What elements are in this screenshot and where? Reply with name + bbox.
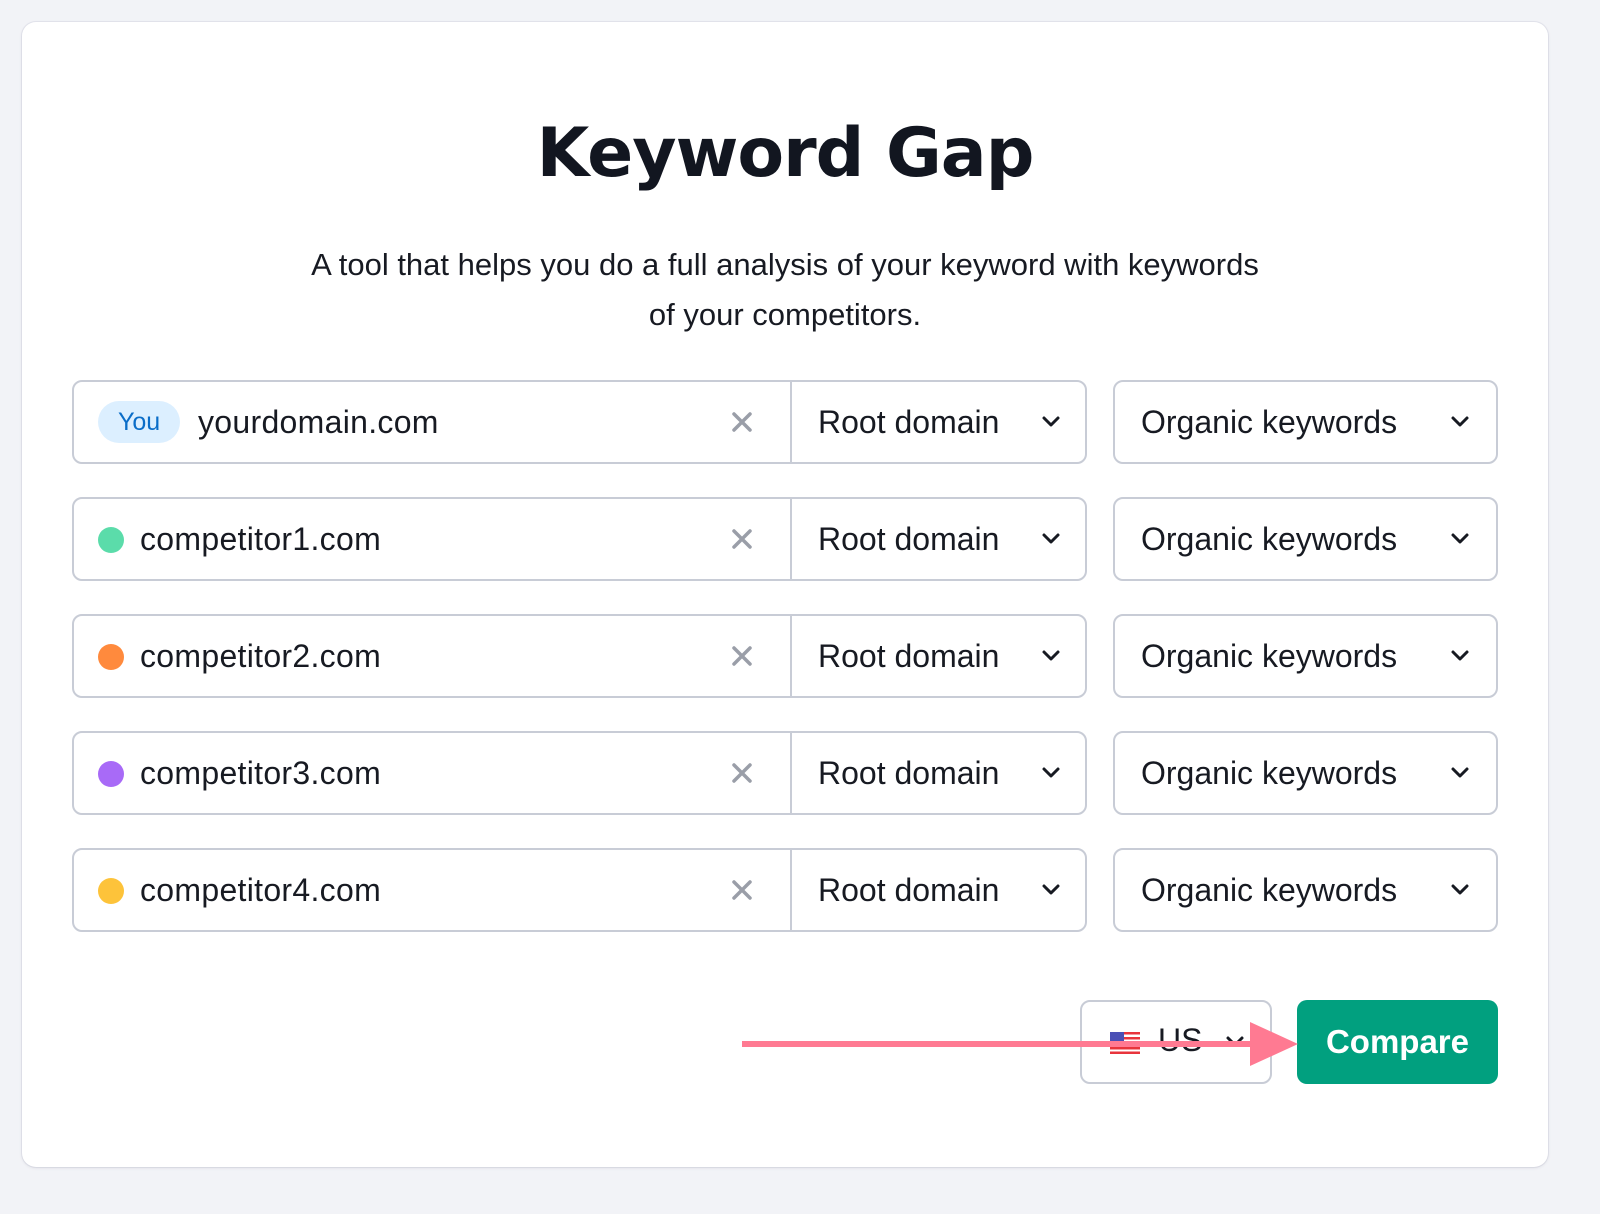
clear-button[interactable] (722, 402, 762, 442)
page-subtitle: A tool that helps you do a full analysis… (222, 240, 1348, 340)
clear-button[interactable] (722, 519, 762, 559)
you-badge: You (98, 401, 181, 443)
chevron-down-icon (1451, 416, 1469, 427)
keyword-type-select[interactable]: Organic keywords (1113, 848, 1498, 932)
keyword-type-select[interactable]: Organic keywords (1113, 380, 1498, 464)
chevron-down-icon (1042, 767, 1060, 778)
domain-input[interactable]: competitor1.com (140, 499, 381, 579)
domain-field-group: competitor1.com Root domain (72, 497, 1087, 581)
chevron-down-icon (1042, 416, 1060, 427)
page-title: Keyword Gap (536, 114, 1035, 193)
keyword-type-select[interactable]: Organic keywords (1113, 731, 1498, 815)
keyword-type-label: Organic keywords (1141, 637, 1398, 674)
us-flag-icon (1110, 1032, 1140, 1054)
domain-row-competitor-3: competitor3.com Root domain Organic keyw… (72, 731, 1498, 815)
database-select[interactable]: US (1080, 1000, 1272, 1084)
domain-input[interactable]: competitor2.com (140, 616, 381, 696)
scope-select[interactable]: Root domain (790, 382, 1087, 462)
domain-field-group: You yourdomain.com Root domain (72, 380, 1087, 464)
keyword-type-select[interactable]: Organic keywords (1113, 614, 1498, 698)
scope-select-label: Root domain (818, 754, 1000, 791)
close-icon (732, 412, 752, 432)
keyword-type-label: Organic keywords (1141, 871, 1398, 908)
clear-button[interactable] (722, 870, 762, 910)
competitor-color-dot (98, 527, 124, 553)
keyword-gap-card: Keyword Gap A tool that helps you do a f… (22, 22, 1548, 1167)
keyword-type-label: Organic keywords (1141, 520, 1398, 557)
clear-button[interactable] (722, 753, 762, 793)
close-icon (732, 646, 752, 666)
close-icon (732, 763, 752, 783)
competitor-color-dot (98, 644, 124, 670)
domain-field-group: competitor3.com Root domain (72, 731, 1087, 815)
domain-input[interactable]: yourdomain.com (198, 382, 439, 462)
chevron-down-icon (1451, 533, 1469, 544)
competitor-color-dot (98, 878, 124, 904)
competitor-color-dot (98, 761, 124, 787)
domain-field-group: competitor4.com Root domain (72, 848, 1087, 932)
domain-field-group: competitor2.com Root domain (72, 614, 1087, 698)
chevron-down-icon (1042, 650, 1060, 661)
keyword-type-select[interactable]: Organic keywords (1113, 497, 1498, 581)
domain-row-competitor-4: competitor4.com Root domain Organic keyw… (72, 848, 1498, 932)
scope-select[interactable]: Root domain (790, 499, 1087, 579)
domain-row-competitor-2: competitor2.com Root domain Organic keyw… (72, 614, 1498, 698)
domain-row-competitor-1: competitor1.com Root domain Organic keyw… (72, 497, 1498, 581)
keyword-type-label: Organic keywords (1141, 754, 1398, 791)
chevron-down-icon (1042, 533, 1060, 544)
domain-input[interactable]: competitor3.com (140, 733, 381, 813)
scope-select-label: Root domain (818, 871, 1000, 908)
scope-select[interactable]: Root domain (790, 616, 1087, 696)
subtitle-line-2: of your competitors. (648, 297, 922, 332)
chevron-down-icon (1226, 1036, 1244, 1047)
keyword-type-label: Organic keywords (1141, 403, 1398, 440)
database-label: US (1158, 1022, 1203, 1058)
chevron-down-icon (1451, 650, 1469, 661)
chevron-down-icon (1451, 884, 1469, 895)
close-icon (732, 880, 752, 900)
domain-row-you: You yourdomain.com Root domain Organic k… (72, 380, 1498, 464)
subtitle-line-1: A tool that helps you do a full analysis… (311, 247, 1259, 282)
close-icon (732, 529, 752, 549)
domain-input[interactable]: competitor4.com (140, 850, 381, 930)
chevron-down-icon (1042, 884, 1060, 895)
scope-select-label: Root domain (818, 637, 1000, 674)
scope-select-label: Root domain (818, 520, 1000, 557)
clear-button[interactable] (722, 636, 762, 676)
scope-select[interactable]: Root domain (790, 733, 1087, 813)
scope-select-label: Root domain (818, 403, 1000, 440)
compare-button[interactable]: Compare (1297, 1000, 1498, 1084)
scope-select[interactable]: Root domain (790, 850, 1087, 930)
chevron-down-icon (1451, 767, 1469, 778)
